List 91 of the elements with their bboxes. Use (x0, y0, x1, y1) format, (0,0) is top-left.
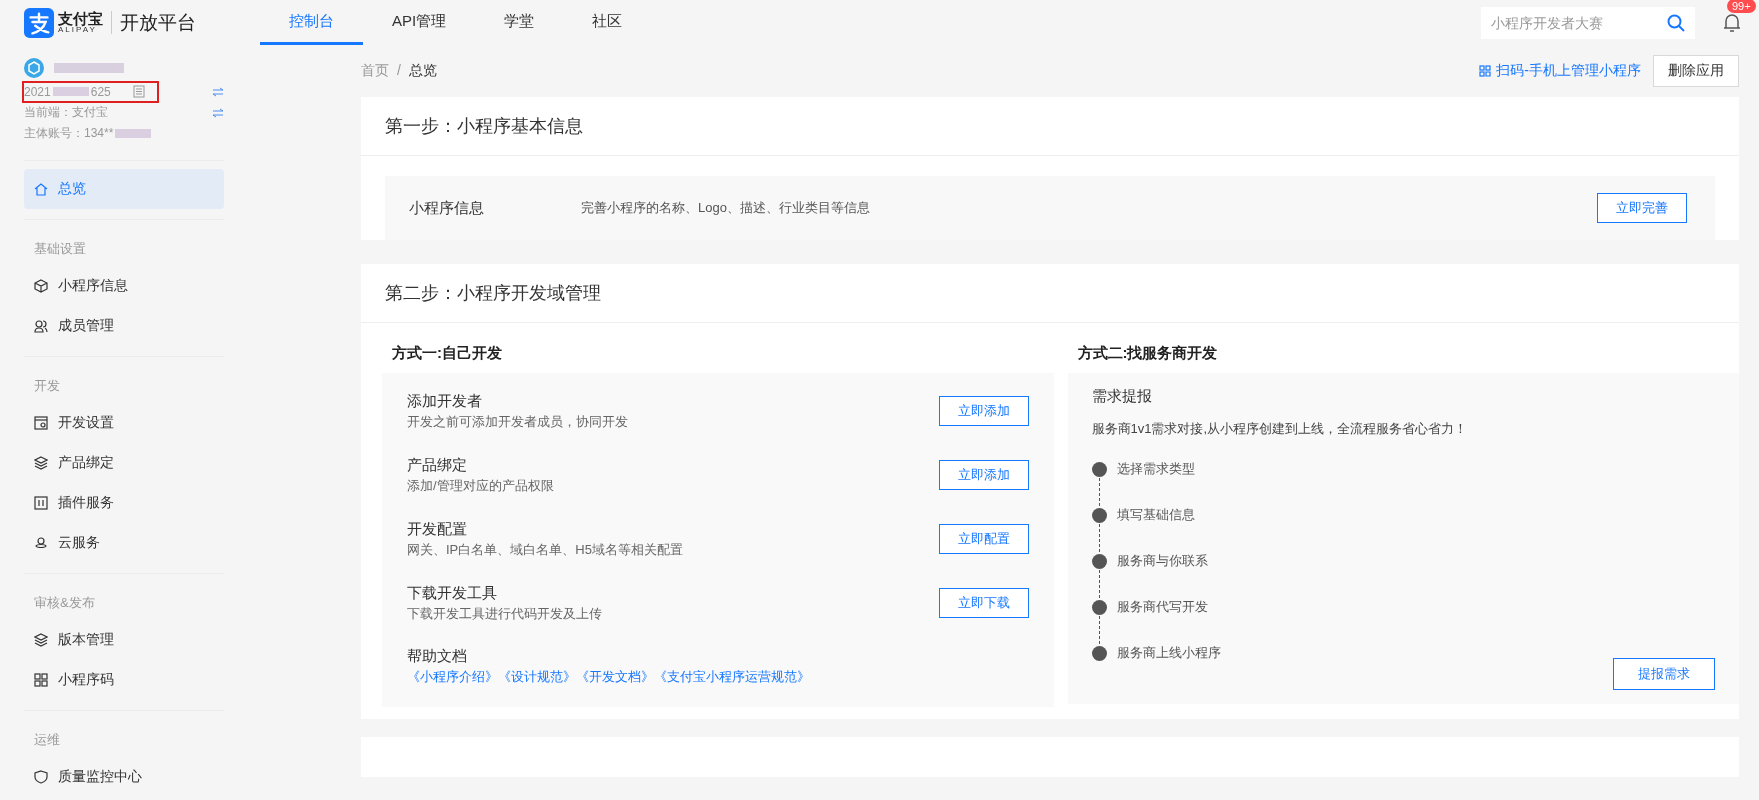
task-description: 下载开发工具进行代码开发及上传 (407, 604, 602, 623)
action-button[interactable]: 立即添加 (938, 460, 1029, 490)
action-button[interactable]: 立即配置 (938, 524, 1029, 554)
action-button[interactable]: 立即下载 (938, 588, 1029, 618)
scan-link[interactable]: 扫码-手机上管理小程序 (1479, 62, 1641, 80)
qr-code-icon (1479, 65, 1492, 77)
app-id-suffix: 625 (90, 84, 111, 99)
swap-icon[interactable] (212, 86, 224, 97)
nav-tab[interactable]: 学堂 (475, 0, 564, 45)
nav-tab[interactable]: API管理 (363, 0, 476, 45)
section-title: 方式二:找服务商开发 (1076, 343, 1219, 363)
info-description: 完善小程序的名称、Logo、描述、行业类目等信息 (581, 199, 871, 217)
search-field[interactable]: 小程序开发者大赛 (1481, 6, 1695, 39)
step-label: 服务商与你联系 (1116, 552, 1208, 570)
current-client: 当前端：支付宝 (24, 104, 108, 121)
info-label: 小程序信息 (409, 198, 485, 218)
nav-tab[interactable]: 控制台 (260, 0, 363, 45)
step-connector (1098, 524, 1100, 552)
breadcrumb-item[interactable]: 总览 (408, 62, 437, 80)
task-title: 添加开发者 (407, 391, 483, 411)
window-icon (34, 416, 48, 430)
step-label: 服务商上线小程序 (1116, 644, 1221, 662)
copy-icon[interactable] (132, 85, 145, 98)
help-title: 帮助文档 (407, 646, 468, 666)
sidebar-item[interactable]: 小程序信息 (24, 266, 224, 306)
step-label: 填写基础信息 (1116, 506, 1195, 524)
sidebar-section-label: 审核&发布 (33, 594, 96, 612)
sidebar-item[interactable]: 插件服务 (24, 483, 224, 523)
shield-icon (34, 770, 48, 784)
sidebar-item[interactable]: 产品绑定 (24, 443, 224, 483)
doc-link[interactable]: 《开发文档》 (576, 667, 654, 686)
nav-tab[interactable]: 社区 (563, 0, 652, 45)
task-title: 下载开发工具 (407, 583, 498, 603)
step-label: 选择需求类型 (1116, 460, 1195, 478)
search-icon[interactable] (1667, 13, 1685, 32)
action-button[interactable]: 立即添加 (938, 396, 1029, 426)
logo-text: 支付宝 (58, 11, 103, 26)
redacted-id (52, 87, 89, 96)
sidebar-section-label: 运维 (33, 731, 61, 749)
notification-badge: 99+ (1727, 0, 1756, 13)
layers-icon (34, 456, 48, 470)
step-connector (1098, 478, 1100, 506)
request-heading: 需求提报 (1091, 387, 1153, 406)
app-id-prefix: 2021 (24, 84, 51, 99)
sidebar-item[interactable]: 成员管理 (24, 306, 224, 346)
step-circle-icon (1091, 645, 1107, 661)
logo-subtext: ALIPAY (58, 26, 97, 34)
sidebar-item[interactable]: 总览 (24, 169, 224, 209)
home-icon (34, 182, 48, 196)
users-icon (34, 319, 48, 333)
card-title: 第二步：小程序开发域管理 (361, 264, 1739, 323)
submit-request-button[interactable]: 提报需求 (1613, 658, 1715, 690)
doc-link[interactable]: 《设计规范》 (498, 667, 576, 686)
step-circle-icon (1091, 461, 1107, 477)
complete-button[interactable]: 立即完善 (1597, 193, 1687, 223)
step-label: 服务商代写开发 (1116, 598, 1208, 616)
step-circle-icon (1091, 599, 1107, 615)
delete-app-button[interactable]: 删除应用 (1653, 55, 1739, 87)
doc-link[interactable]: 《小程序介绍》 (407, 667, 498, 686)
cube-icon (34, 279, 48, 293)
redacted-account (115, 129, 152, 138)
task-description: 网关、IP白名单、域白名单、H5域名等相关配置 (407, 540, 683, 559)
sidebar-item[interactable]: 小程序码 (24, 660, 224, 700)
swap-icon[interactable] (212, 107, 224, 118)
app-logo-icon (24, 58, 44, 78)
sidebar-item[interactable]: 云服务 (24, 523, 224, 563)
section-title: 方式一:自己开发 (391, 343, 503, 363)
grid-icon (34, 673, 48, 687)
doc-link[interactable]: 《支付宝小程序运营规范》 (654, 667, 810, 686)
task-title: 产品绑定 (407, 455, 468, 475)
layers-icon (34, 633, 48, 647)
task-title: 开发配置 (407, 519, 468, 539)
task-description: 开发之前可添加开发者成员，协同开发 (407, 412, 628, 431)
sidebar-section-label: 基础设置 (33, 240, 87, 258)
step-connector (1098, 616, 1100, 644)
step-connector (1098, 570, 1100, 598)
sidebar-item[interactable]: 质量监控中心 (24, 757, 224, 797)
sidebar-item[interactable]: 版本管理 (24, 620, 224, 660)
step-circle-icon (1091, 507, 1107, 523)
redacted-name (54, 63, 124, 73)
breadcrumb-separator: / (397, 62, 401, 80)
bell-icon[interactable] (1723, 12, 1741, 33)
step-circle-icon (1091, 553, 1107, 569)
sidebar-section-label: 开发 (33, 377, 61, 395)
task-description: 添加/管理对应的产品权限 (407, 476, 554, 495)
request-description: 服务商1v1需求对接,从小程序创建到上线，全流程服务省心省力！ (1091, 420, 1469, 438)
logo-icon (24, 7, 54, 38)
card-title: 第一步：小程序基本信息 (361, 97, 1739, 156)
platform-title: 开放平台 (120, 10, 196, 35)
main-account: 主体账号：134** (24, 125, 114, 142)
sidebar-item[interactable]: 开发设置 (24, 403, 224, 443)
